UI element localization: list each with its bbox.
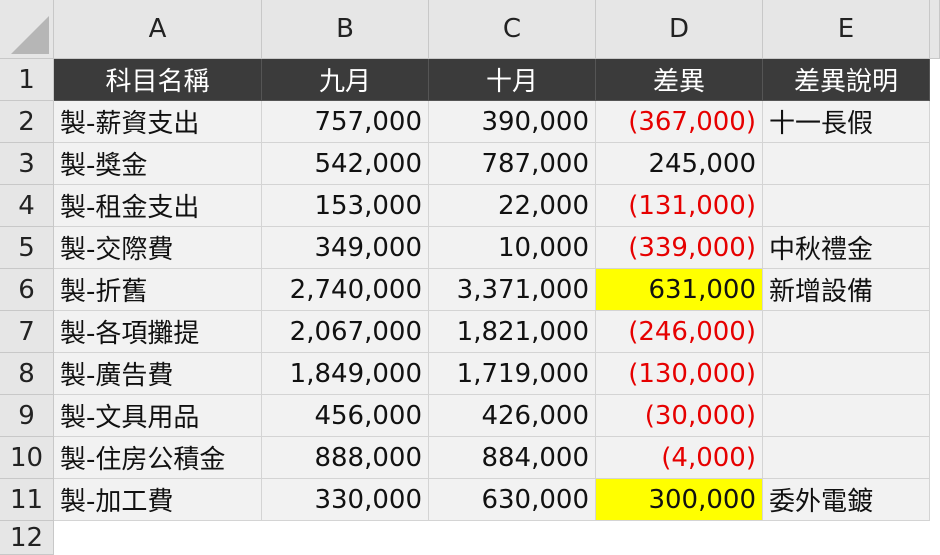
- row-header-5[interactable]: 5: [0, 227, 54, 269]
- cell-d8[interactable]: (130,000): [596, 353, 763, 395]
- cell-e7[interactable]: [763, 311, 930, 353]
- cell-filler: [930, 227, 940, 269]
- column-header-a[interactable]: A: [54, 0, 262, 59]
- column-header-filler: [930, 0, 940, 59]
- cell-d7[interactable]: (246,000): [596, 311, 763, 353]
- cell-d6[interactable]: 631,000: [596, 269, 763, 311]
- cell-filler: [930, 143, 940, 185]
- cell-c5[interactable]: 10,000: [429, 227, 596, 269]
- cell-c8[interactable]: 1,719,000: [429, 353, 596, 395]
- cell-filler: [930, 437, 940, 479]
- header-cell-c[interactable]: 十月: [429, 59, 596, 101]
- cell-d9[interactable]: (30,000): [596, 395, 763, 437]
- cell-b10[interactable]: 888,000: [262, 437, 429, 479]
- row-header-1[interactable]: 1: [0, 59, 54, 101]
- cell-a8[interactable]: 製-廣告費: [54, 353, 262, 395]
- cell-b4[interactable]: 153,000: [262, 185, 429, 227]
- cell-d3[interactable]: 245,000: [596, 143, 763, 185]
- cell-c9[interactable]: 426,000: [429, 395, 596, 437]
- row-header-9[interactable]: 9: [0, 395, 54, 437]
- cell-c6[interactable]: 3,371,000: [429, 269, 596, 311]
- cell-e3[interactable]: [763, 143, 930, 185]
- cell-a3[interactable]: 製-獎金: [54, 143, 262, 185]
- row-header-2[interactable]: 2: [0, 101, 54, 143]
- cell-c10[interactable]: 884,000: [429, 437, 596, 479]
- cell-filler: [930, 311, 940, 353]
- cell-filler: [930, 101, 940, 143]
- cell-filler: [930, 479, 940, 521]
- cell-d4[interactable]: (131,000): [596, 185, 763, 227]
- row-header-10[interactable]: 10: [0, 437, 54, 479]
- cell-b9[interactable]: 456,000: [262, 395, 429, 437]
- cell-e8[interactable]: [763, 353, 930, 395]
- select-all-triangle-icon: [11, 16, 49, 54]
- cell-b8[interactable]: 1,849,000: [262, 353, 429, 395]
- row-header-3[interactable]: 3: [0, 143, 54, 185]
- cell-c11[interactable]: 630,000: [429, 479, 596, 521]
- column-header-c[interactable]: C: [429, 0, 596, 59]
- cell-d10[interactable]: (4,000): [596, 437, 763, 479]
- cell-b6[interactable]: 2,740,000: [262, 269, 429, 311]
- cell-c7[interactable]: 1,821,000: [429, 311, 596, 353]
- cell-a6[interactable]: 製-折舊: [54, 269, 262, 311]
- cell-a9[interactable]: 製-文具用品: [54, 395, 262, 437]
- cell-d5[interactable]: (339,000): [596, 227, 763, 269]
- cell-b7[interactable]: 2,067,000: [262, 311, 429, 353]
- column-header-b[interactable]: B: [262, 0, 429, 59]
- cell-b5[interactable]: 349,000: [262, 227, 429, 269]
- row-header-8[interactable]: 8: [0, 353, 54, 395]
- cell-a5[interactable]: 製-交際費: [54, 227, 262, 269]
- cell-c2[interactable]: 390,000: [429, 101, 596, 143]
- cell-a10[interactable]: 製-住房公積金: [54, 437, 262, 479]
- cell-filler: [930, 59, 940, 101]
- cell-e2[interactable]: 十一長假: [763, 101, 930, 143]
- cell-e5[interactable]: 中秋禮金: [763, 227, 930, 269]
- cell-e9[interactable]: [763, 395, 930, 437]
- cell-a7[interactable]: 製-各項攤提: [54, 311, 262, 353]
- spreadsheet-grid: A B C D E 1 2 3 4 5 6 7 8 9 10 11 12 科目名稱 九月 十月 差異 差異說明 製-薪資支出…: [0, 0, 940, 555]
- header-cell-d[interactable]: 差異: [596, 59, 763, 101]
- cell-d11[interactable]: 300,000: [596, 479, 763, 521]
- row-header-7[interactable]: 7: [0, 311, 54, 353]
- cell-b11[interactable]: 330,000: [262, 479, 429, 521]
- header-cell-b[interactable]: 九月: [262, 59, 429, 101]
- header-cell-a[interactable]: 科目名稱: [54, 59, 262, 101]
- cell-b3[interactable]: 542,000: [262, 143, 429, 185]
- cell-d2[interactable]: (367,000): [596, 101, 763, 143]
- cell-b2[interactable]: 757,000: [262, 101, 429, 143]
- column-header-e[interactable]: E: [763, 0, 930, 59]
- row-header-4[interactable]: 4: [0, 185, 54, 227]
- header-cell-e[interactable]: 差異說明: [763, 59, 930, 101]
- cell-e6[interactable]: 新增設備: [763, 269, 930, 311]
- cell-a4[interactable]: 製-租金支出: [54, 185, 262, 227]
- row-header-6[interactable]: 6: [0, 269, 54, 311]
- column-header-d[interactable]: D: [596, 0, 763, 59]
- cell-c3[interactable]: 787,000: [429, 143, 596, 185]
- cell-e11[interactable]: 委外電鍍: [763, 479, 930, 521]
- cell-c4[interactable]: 22,000: [429, 185, 596, 227]
- cell-filler: [930, 185, 940, 227]
- cell-filler: [930, 269, 940, 311]
- cell-filler: [930, 395, 940, 437]
- select-all-corner[interactable]: [0, 0, 54, 59]
- cell-filler: [930, 353, 940, 395]
- cell-e4[interactable]: [763, 185, 930, 227]
- row-header-11[interactable]: 11: [0, 479, 54, 521]
- cell-a2[interactable]: 製-薪資支出: [54, 101, 262, 143]
- cell-a11[interactable]: 製-加工費: [54, 479, 262, 521]
- cell-e10[interactable]: [763, 437, 930, 479]
- row-header-12[interactable]: 12: [0, 521, 54, 555]
